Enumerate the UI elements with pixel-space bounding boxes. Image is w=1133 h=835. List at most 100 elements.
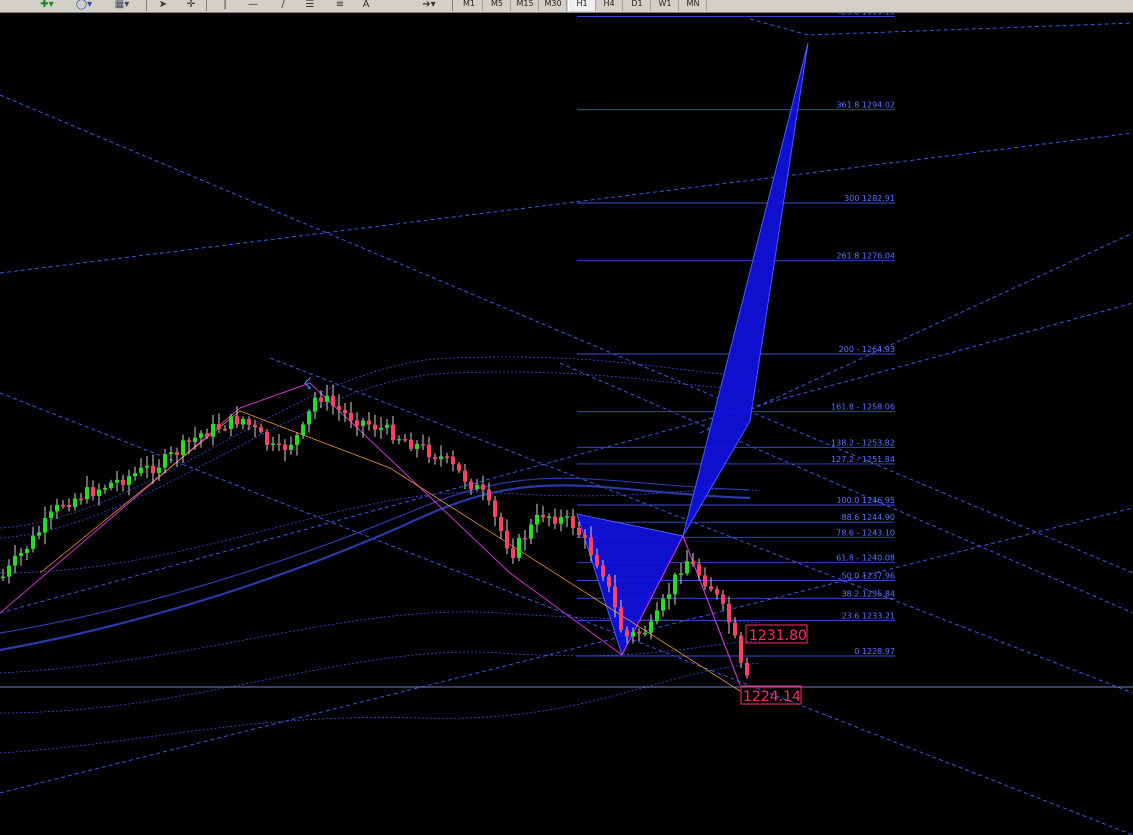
candle-body (151, 465, 155, 474)
candle-body (1, 576, 5, 579)
history-icon[interactable]: ◯▾ (72, 0, 96, 11)
candle-body (715, 589, 719, 595)
candle-body (685, 561, 689, 574)
candle-body (373, 424, 377, 430)
candle-body (679, 573, 683, 575)
candle-body (607, 576, 611, 587)
fibonacci-icon[interactable]: ≡ (332, 0, 348, 11)
candle-body (331, 395, 335, 406)
candle-body (415, 443, 419, 449)
trend-line-3 (0, 302, 1133, 614)
candle-body (367, 420, 371, 425)
candle-body (385, 424, 389, 428)
candle-body (211, 424, 215, 437)
candle-body (445, 456, 449, 458)
candle-body (589, 537, 593, 556)
fractal-arrow-icon: ☇ (303, 374, 312, 393)
timeframe-m5[interactable]: M5 (484, 0, 511, 11)
fib-level-label-8: 100.0 1246.95 (836, 496, 895, 505)
candle-body (697, 564, 701, 576)
candle-body (223, 428, 227, 431)
arrow-icon[interactable]: ➔▾ (416, 0, 442, 11)
candle-body (7, 565, 11, 577)
candle-body (325, 395, 329, 402)
fractal-marker: ☇ (303, 374, 312, 393)
toolbar: ✚▾ ◯▾ ▦▾ ➤ ✛ | — ∕ ☰ ≡ A ➔▾ M1 M5 M15 M30 H1… (0, 0, 1133, 13)
candle-body (49, 511, 53, 518)
candle-body (553, 516, 557, 524)
candle-body (559, 517, 563, 524)
candle-body (337, 405, 341, 411)
candle-body (487, 489, 491, 501)
candle-body (271, 443, 275, 446)
candle-body (667, 594, 671, 599)
fib-level-label-15: 0 1228.97 (854, 647, 895, 656)
trend-line-0 (0, 132, 1133, 274)
envelope-band-3 (0, 611, 761, 674)
candle-body (541, 514, 545, 518)
channel-icon[interactable]: ☰ (302, 0, 318, 11)
candle-body (535, 514, 539, 525)
candle-body (745, 662, 749, 676)
timeframe-m15[interactable]: M15 (512, 0, 539, 11)
candle-body (253, 424, 257, 428)
candle-body (721, 594, 725, 604)
fib-level-label-13: 38.2 1235.84 (842, 589, 895, 598)
candle-body (121, 479, 125, 485)
horizontal-line-icon[interactable]: — (246, 0, 260, 11)
candle-body (739, 635, 743, 663)
price-tag-upper: 1231.80 (749, 628, 807, 644)
fib-level-label-2: 300 1282.91 (844, 194, 895, 203)
cursor-icon[interactable]: ➤ (156, 0, 170, 11)
timeframe-m1[interactable]: M1 (456, 0, 483, 11)
timeframe-h4[interactable]: H4 (596, 0, 623, 11)
vertical-line-icon[interactable]: | (220, 0, 230, 11)
chart-icon[interactable]: ▦▾ (108, 0, 136, 11)
candle-body (571, 516, 575, 528)
candle-body (229, 416, 233, 430)
envelope-band-4 (0, 640, 761, 714)
candle-body (577, 527, 581, 536)
candle-body (601, 565, 605, 577)
candle-body (595, 555, 599, 566)
candle-body (133, 473, 137, 477)
trendline-icon[interactable]: ∕ (276, 0, 290, 11)
crosshair-icon[interactable]: ✛ (184, 0, 198, 11)
price-tag-lower: 1224.14 (743, 689, 801, 705)
timeframe-h1[interactable]: H1 (568, 0, 596, 11)
timeframe-w1[interactable]: W1 (652, 0, 679, 11)
candle-body (619, 607, 623, 631)
candle-body (691, 561, 695, 565)
candle-body (181, 440, 185, 456)
candle-body (295, 435, 299, 445)
timeframe-mn[interactable]: MN (680, 0, 707, 11)
fib-level-label-12: 50.0 1237.96 (842, 572, 895, 581)
fib-level-label-6: 138.2 - 1253.82 (831, 438, 895, 447)
candle-body (583, 535, 587, 538)
candle-body (187, 440, 191, 442)
timeframe-m30[interactable]: M30 (540, 0, 567, 11)
candle-body (727, 603, 731, 623)
candle-body (421, 443, 425, 446)
candle-body (451, 456, 455, 465)
candle-body (67, 505, 71, 507)
candle-body (355, 420, 359, 426)
timeframe-d1[interactable]: D1 (624, 0, 651, 11)
candle-body (319, 397, 323, 402)
new-order-icon[interactable]: ✚▾ (36, 0, 58, 11)
price-tags: 1231.80 1224.14 (0, 624, 1133, 705)
candle-body (241, 418, 245, 425)
trend-lines (0, 18, 1133, 835)
candle-body (91, 487, 95, 496)
price-chart[interactable]: 423.6 1305.13 361.8 1294.02 300 1282.91 261… (0, 13, 1133, 835)
candle-body (565, 516, 569, 518)
candle-body (499, 516, 503, 531)
candle-body (19, 553, 23, 556)
fib-level-label-9: 88.6 1244.90 (842, 513, 895, 522)
toolbar-separator (146, 0, 147, 11)
candle-body (115, 479, 119, 483)
candle-body (613, 586, 617, 608)
candle-body (529, 524, 533, 539)
candle-body (505, 530, 509, 549)
text-icon[interactable]: A (360, 0, 372, 11)
